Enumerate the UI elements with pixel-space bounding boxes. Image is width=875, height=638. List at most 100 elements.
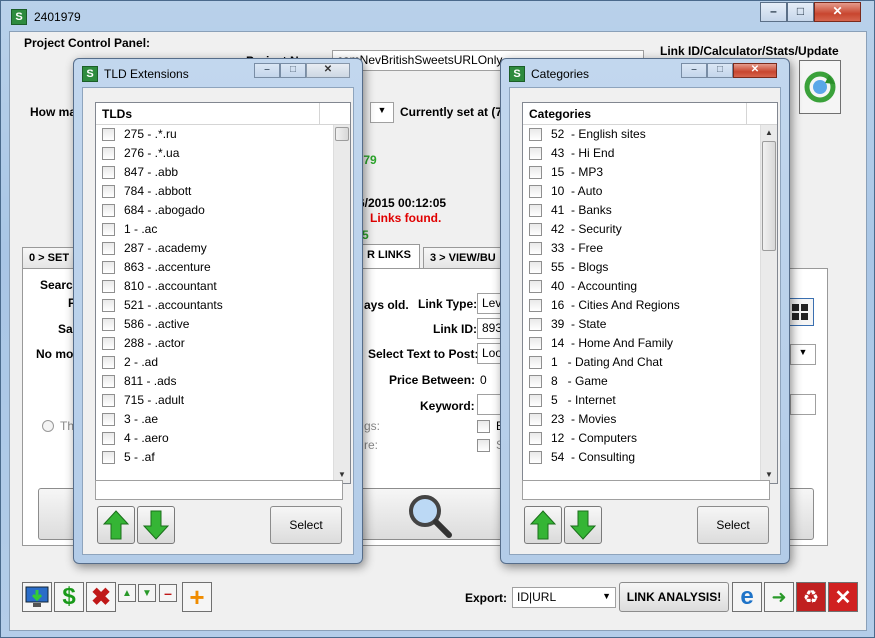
tab-links[interactable]: R LINKS bbox=[360, 244, 420, 269]
item-checkbox[interactable] bbox=[102, 394, 115, 407]
list-item[interactable]: 847 - .abb bbox=[96, 163, 350, 182]
item-checkbox[interactable] bbox=[529, 261, 542, 274]
right-field[interactable] bbox=[790, 394, 816, 415]
list-item[interactable]: 5 - Internet bbox=[523, 391, 777, 410]
item-checkbox[interactable] bbox=[102, 299, 115, 312]
item-checkbox[interactable] bbox=[529, 394, 542, 407]
export-select[interactable]: ID|URL ▼ bbox=[512, 587, 616, 608]
item-checkbox[interactable] bbox=[529, 337, 542, 350]
maximize-button[interactable]: □ bbox=[787, 2, 814, 22]
item-checkbox[interactable] bbox=[529, 185, 542, 198]
tld-minimize-button[interactable]: – bbox=[254, 63, 280, 78]
dollar-button[interactable]: $ bbox=[54, 582, 84, 612]
list-item[interactable]: 16 - Cities And Regions bbox=[523, 296, 777, 315]
monitor-button[interactable] bbox=[22, 582, 52, 612]
item-checkbox[interactable] bbox=[102, 185, 115, 198]
link-analysis-button[interactable]: LINK ANALYSIS! bbox=[619, 582, 729, 612]
list-item[interactable]: 863 - .accenture bbox=[96, 258, 350, 277]
list-item[interactable]: 810 - .accountant bbox=[96, 277, 350, 296]
list-item[interactable]: 52 - English sites bbox=[523, 125, 777, 144]
list-item[interactable]: 521 - .accountants bbox=[96, 296, 350, 315]
list-item[interactable]: 715 - .adult bbox=[96, 391, 350, 410]
tld-down-button[interactable] bbox=[137, 506, 175, 544]
item-checkbox[interactable] bbox=[529, 413, 542, 426]
cat-close-button[interactable]: ✕ bbox=[733, 63, 777, 78]
list-item[interactable]: 12 - Computers bbox=[523, 429, 777, 448]
item-checkbox[interactable] bbox=[102, 242, 115, 255]
categories-select-button[interactable]: Select bbox=[697, 506, 769, 544]
item-checkbox[interactable] bbox=[529, 147, 542, 160]
list-item[interactable]: 39 - State bbox=[523, 315, 777, 334]
remove-button[interactable]: – bbox=[159, 584, 177, 602]
item-checkbox[interactable] bbox=[529, 451, 542, 464]
item-checkbox[interactable] bbox=[102, 128, 115, 141]
tld-select-button[interactable]: Select bbox=[270, 506, 342, 544]
item-checkbox[interactable] bbox=[529, 318, 542, 331]
exit-button[interactable]: ✕ bbox=[828, 582, 858, 612]
recycle-button[interactable]: ♻ bbox=[796, 582, 826, 612]
item-checkbox[interactable] bbox=[102, 261, 115, 274]
s-checkbox[interactable] bbox=[477, 439, 490, 452]
list-item[interactable]: 3 - .ae bbox=[96, 410, 350, 429]
item-checkbox[interactable] bbox=[529, 299, 542, 312]
item-checkbox[interactable] bbox=[529, 432, 542, 445]
item-checkbox[interactable] bbox=[529, 223, 542, 236]
e-checkbox[interactable] bbox=[477, 420, 490, 433]
item-checkbox[interactable] bbox=[529, 242, 542, 255]
item-checkbox[interactable] bbox=[102, 166, 115, 179]
list-item[interactable]: 276 - .*.ua bbox=[96, 144, 350, 163]
item-checkbox[interactable] bbox=[529, 280, 542, 293]
list-item[interactable]: 784 - .abbott bbox=[96, 182, 350, 201]
count-dropdown[interactable]: ▼ bbox=[370, 102, 394, 123]
tld-scroll-thumb[interactable] bbox=[335, 127, 349, 141]
list-item[interactable]: 15 - MP3 bbox=[523, 163, 777, 182]
price-between-value[interactable]: 0 bbox=[480, 373, 487, 387]
item-checkbox[interactable] bbox=[102, 223, 115, 236]
right-dropdown[interactable]: ▼ bbox=[790, 344, 816, 365]
cat-maximize-button[interactable]: □ bbox=[707, 63, 733, 78]
move-up-button[interactable]: ▲ bbox=[118, 584, 136, 602]
categories-scroll-thumb[interactable] bbox=[762, 141, 776, 251]
list-item[interactable]: 684 - .abogado bbox=[96, 201, 350, 220]
tab-view[interactable]: 3 > VIEW/BU bbox=[423, 247, 503, 269]
grid-button[interactable] bbox=[786, 298, 814, 326]
move-down-button[interactable]: ▼ bbox=[138, 584, 156, 602]
list-item[interactable]: 55 - Blogs bbox=[523, 258, 777, 277]
scroll-up-icon[interactable]: ▲ bbox=[761, 125, 777, 141]
list-item[interactable]: 2 - .ad bbox=[96, 353, 350, 372]
tld-filter-field[interactable] bbox=[95, 480, 343, 500]
list-item[interactable]: 5 - .af bbox=[96, 448, 350, 467]
list-item[interactable]: 14 - Home And Family bbox=[523, 334, 777, 353]
cat-minimize-button[interactable]: – bbox=[681, 63, 707, 78]
list-item[interactable]: 23 - Movies bbox=[523, 410, 777, 429]
item-checkbox[interactable] bbox=[102, 147, 115, 160]
tld-scrollbar[interactable]: ▼ bbox=[333, 125, 350, 483]
categories-filter-field[interactable] bbox=[522, 480, 770, 500]
item-checkbox[interactable] bbox=[529, 375, 542, 388]
item-checkbox[interactable] bbox=[102, 432, 115, 445]
export-file-button[interactable]: ➜ bbox=[764, 582, 794, 612]
list-item[interactable]: 586 - .active bbox=[96, 315, 350, 334]
list-item[interactable]: 811 - .ads bbox=[96, 372, 350, 391]
list-item[interactable]: 1 - Dating And Chat bbox=[523, 353, 777, 372]
list-item[interactable]: 4 - .aero bbox=[96, 429, 350, 448]
list-item[interactable]: 1 - .ac bbox=[96, 220, 350, 239]
item-checkbox[interactable] bbox=[102, 413, 115, 426]
item-checkbox[interactable] bbox=[102, 337, 115, 350]
item-checkbox[interactable] bbox=[102, 451, 115, 464]
tld-maximize-button[interactable]: □ bbox=[280, 63, 306, 78]
this-radio[interactable] bbox=[42, 420, 54, 432]
item-checkbox[interactable] bbox=[529, 166, 542, 179]
item-checkbox[interactable] bbox=[102, 318, 115, 331]
list-item[interactable]: 43 - Hi End bbox=[523, 144, 777, 163]
list-item[interactable]: 8 - Game bbox=[523, 372, 777, 391]
list-item[interactable]: 40 - Accounting bbox=[523, 277, 777, 296]
categories-scrollbar[interactable]: ▲ ▼ bbox=[760, 125, 777, 483]
cat-up-button[interactable] bbox=[524, 506, 562, 544]
item-checkbox[interactable] bbox=[102, 375, 115, 388]
delete-button[interactable]: ✖ bbox=[86, 582, 116, 612]
list-item[interactable]: 287 - .academy bbox=[96, 239, 350, 258]
list-item[interactable]: 33 - Free bbox=[523, 239, 777, 258]
list-item[interactable]: 275 - .*.ru bbox=[96, 125, 350, 144]
cat-down-button[interactable] bbox=[564, 506, 602, 544]
